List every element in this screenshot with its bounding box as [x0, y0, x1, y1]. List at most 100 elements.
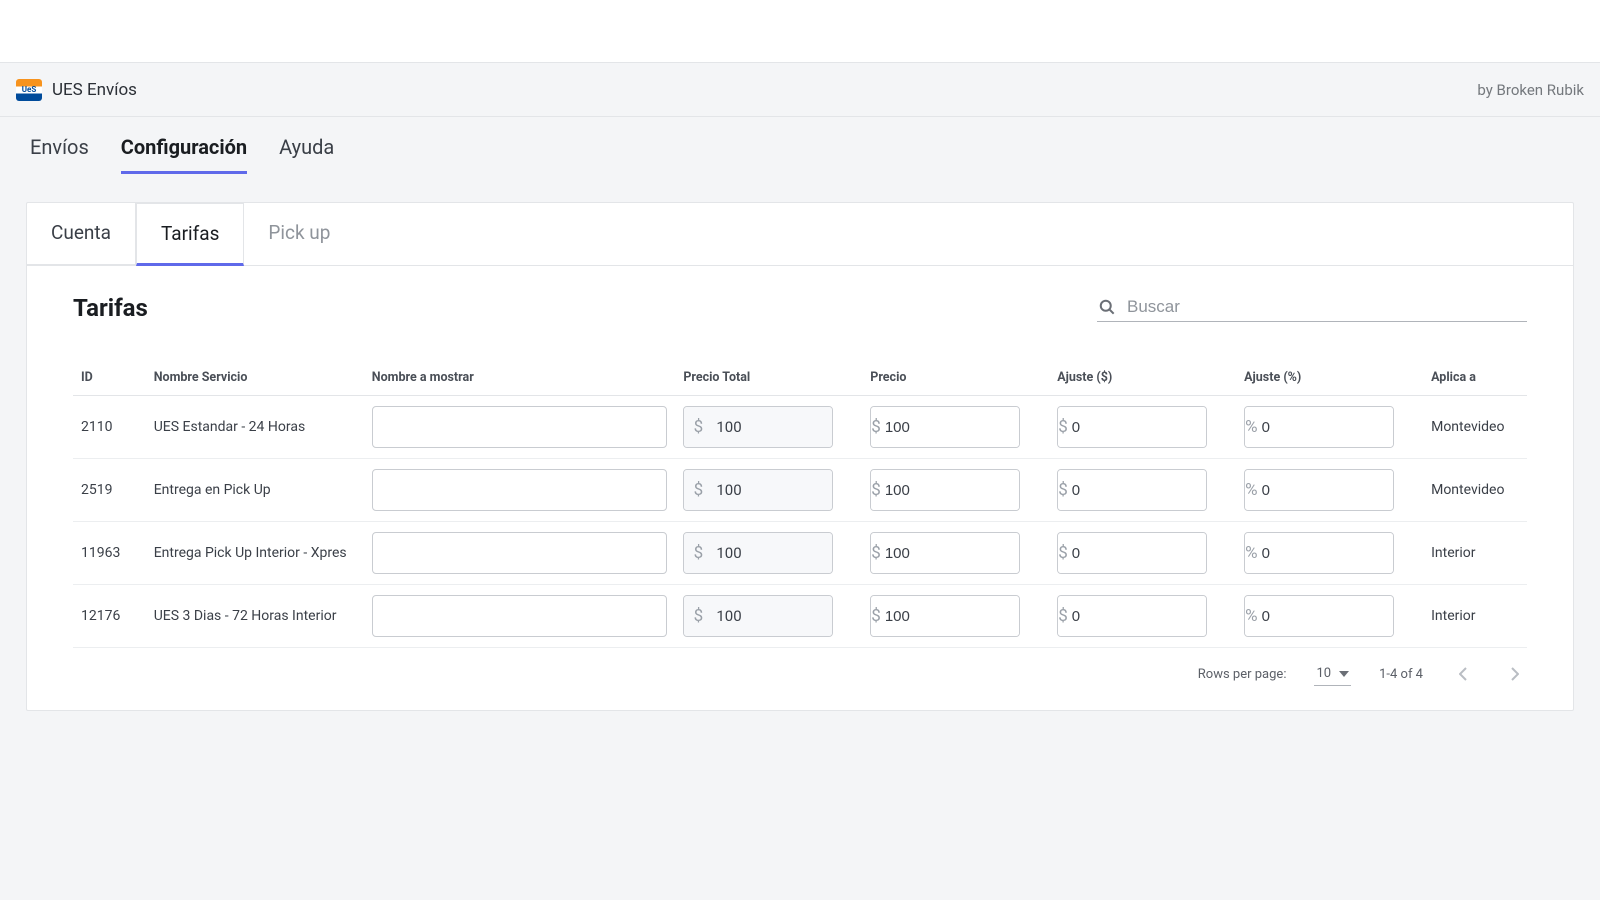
dollar-icon: $ [684, 470, 712, 510]
adj-percent-input[interactable] [1258, 470, 1395, 510]
cell-applies: Interior [1423, 522, 1527, 585]
main-nav: Envíos Configuración Ayuda [0, 117, 1600, 174]
dollar-icon: $ [684, 596, 712, 636]
cell-applies: Montevideo [1423, 396, 1527, 459]
adj-dollar-input[interactable] [1068, 533, 1207, 573]
search-input[interactable] [1127, 297, 1527, 317]
dollar-icon: $ [1058, 596, 1068, 636]
nav-ayuda[interactable]: Ayuda [279, 135, 334, 174]
adj-dollar-stepper[interactable]: $ [1057, 469, 1207, 511]
cell-applies: Interior [1423, 585, 1527, 648]
dollar-icon: $ [871, 407, 881, 447]
adj-percent-input[interactable] [1258, 596, 1395, 636]
total-price-field: $100 [683, 595, 833, 637]
prev-page-button[interactable] [1451, 667, 1475, 681]
rows-per-page-select[interactable]: 10 [1314, 662, 1351, 686]
app-header: UeS UES Envíos by Broken Rubik [0, 62, 1600, 117]
th-total-price[interactable]: Precio Total [675, 360, 862, 396]
sub-tabs: Cuenta Tarifas Pick up [27, 203, 1573, 266]
nav-configuracion[interactable]: Configuración [121, 135, 247, 174]
tarifas-table: ID Nombre Servicio Nombre a mostrar Prec… [73, 360, 1527, 648]
tab-cuenta[interactable]: Cuenta [27, 203, 136, 265]
price-input[interactable] [881, 470, 1020, 510]
th-service-name[interactable]: Nombre Servicio [146, 360, 364, 396]
config-card: Cuenta Tarifas Pick up Tarifas ID Nombre… [26, 202, 1574, 711]
adj-percent-input[interactable] [1258, 407, 1395, 447]
tab-tarifas[interactable]: Tarifas [136, 203, 244, 266]
th-adj-percent[interactable]: Ajuste (%) [1236, 360, 1423, 396]
display-name-input[interactable] [372, 469, 668, 511]
cell-id: 2519 [73, 459, 146, 522]
adj-percent-stepper[interactable]: % [1244, 595, 1394, 637]
adj-percent-stepper[interactable]: % [1244, 469, 1394, 511]
percent-icon: % [1245, 533, 1257, 573]
th-display-name[interactable]: Nombre a mostrar [364, 360, 676, 396]
page-range: 1-4 of 4 [1379, 667, 1423, 682]
dollar-icon: $ [871, 470, 881, 510]
th-applies-to[interactable]: Aplica a [1423, 360, 1527, 396]
table-row: 11963Entrega Pick Up Interior - Xpres $10… [73, 522, 1527, 585]
cell-id: 11963 [73, 522, 146, 585]
dollar-icon: $ [684, 533, 712, 573]
price-stepper[interactable]: $ [870, 595, 1020, 637]
price-stepper[interactable]: $ [870, 406, 1020, 448]
adj-dollar-stepper[interactable]: $ [1057, 406, 1207, 448]
th-id[interactable]: ID [73, 360, 146, 396]
th-price[interactable]: Precio [862, 360, 1049, 396]
adj-percent-stepper[interactable]: % [1244, 532, 1394, 574]
total-price-field: $100 [683, 469, 833, 511]
dollar-icon: $ [1058, 470, 1068, 510]
pagination: Rows per page: 10 1-4 of 4 [73, 648, 1527, 690]
search-field[interactable] [1097, 297, 1527, 322]
adj-dollar-stepper[interactable]: $ [1057, 532, 1207, 574]
total-price-value: 100 [712, 407, 832, 447]
total-price-field: $100 [683, 406, 833, 448]
display-name-input[interactable] [372, 406, 668, 448]
price-input[interactable] [881, 407, 1020, 447]
chevron-down-icon [1339, 671, 1349, 677]
price-stepper[interactable]: $ [870, 469, 1020, 511]
dollar-icon: $ [871, 596, 881, 636]
search-icon [1097, 297, 1117, 317]
table-row: 12176UES 3 Dias - 72 Horas Interior$100$… [73, 585, 1527, 648]
percent-icon: % [1245, 407, 1257, 447]
cell-service: UES 3 Dias - 72 Horas Interior [146, 585, 364, 648]
display-name-input[interactable] [372, 595, 668, 637]
total-price-field: $100 [683, 532, 833, 574]
adj-percent-input[interactable] [1258, 533, 1395, 573]
adj-dollar-input[interactable] [1068, 407, 1207, 447]
chevron-right-icon [1511, 667, 1519, 681]
chevron-left-icon [1459, 667, 1467, 681]
app-title: UES Envíos [52, 80, 137, 100]
total-price-value: 100 [712, 470, 832, 510]
tab-pickup[interactable]: Pick up [244, 203, 355, 265]
percent-icon: % [1245, 596, 1257, 636]
total-price-value: 100 [712, 596, 832, 636]
section-title: Tarifas [73, 294, 148, 322]
byline: by Broken Rubik [1477, 81, 1584, 99]
th-adj-dollar[interactable]: Ajuste ($) [1049, 360, 1236, 396]
dollar-icon: $ [1058, 407, 1068, 447]
dollar-icon: $ [871, 533, 881, 573]
display-name-input[interactable] [372, 532, 668, 574]
nav-envios[interactable]: Envíos [30, 135, 89, 174]
price-stepper[interactable]: $ [870, 532, 1020, 574]
price-input[interactable] [881, 596, 1020, 636]
cell-service: UES Estandar - 24 Horas [146, 396, 364, 459]
cell-applies: Montevideo [1423, 459, 1527, 522]
rows-per-page-value: 10 [1316, 666, 1331, 681]
adj-dollar-input[interactable] [1068, 596, 1207, 636]
cell-id: 2110 [73, 396, 146, 459]
percent-icon: % [1245, 470, 1257, 510]
adj-dollar-stepper[interactable]: $ [1057, 595, 1207, 637]
dollar-icon: $ [684, 407, 712, 447]
table-row: 2519Entrega en Pick Up$100$$%Montevideo [73, 459, 1527, 522]
adj-percent-stepper[interactable]: % [1244, 406, 1394, 448]
total-price-value: 100 [712, 533, 832, 573]
cell-service: Entrega Pick Up Interior - Xpres [146, 522, 364, 585]
price-input[interactable] [881, 533, 1020, 573]
app-logo-icon: UeS [16, 79, 42, 101]
adj-dollar-input[interactable] [1068, 470, 1207, 510]
dollar-icon: $ [1058, 533, 1068, 573]
next-page-button[interactable] [1503, 667, 1527, 681]
